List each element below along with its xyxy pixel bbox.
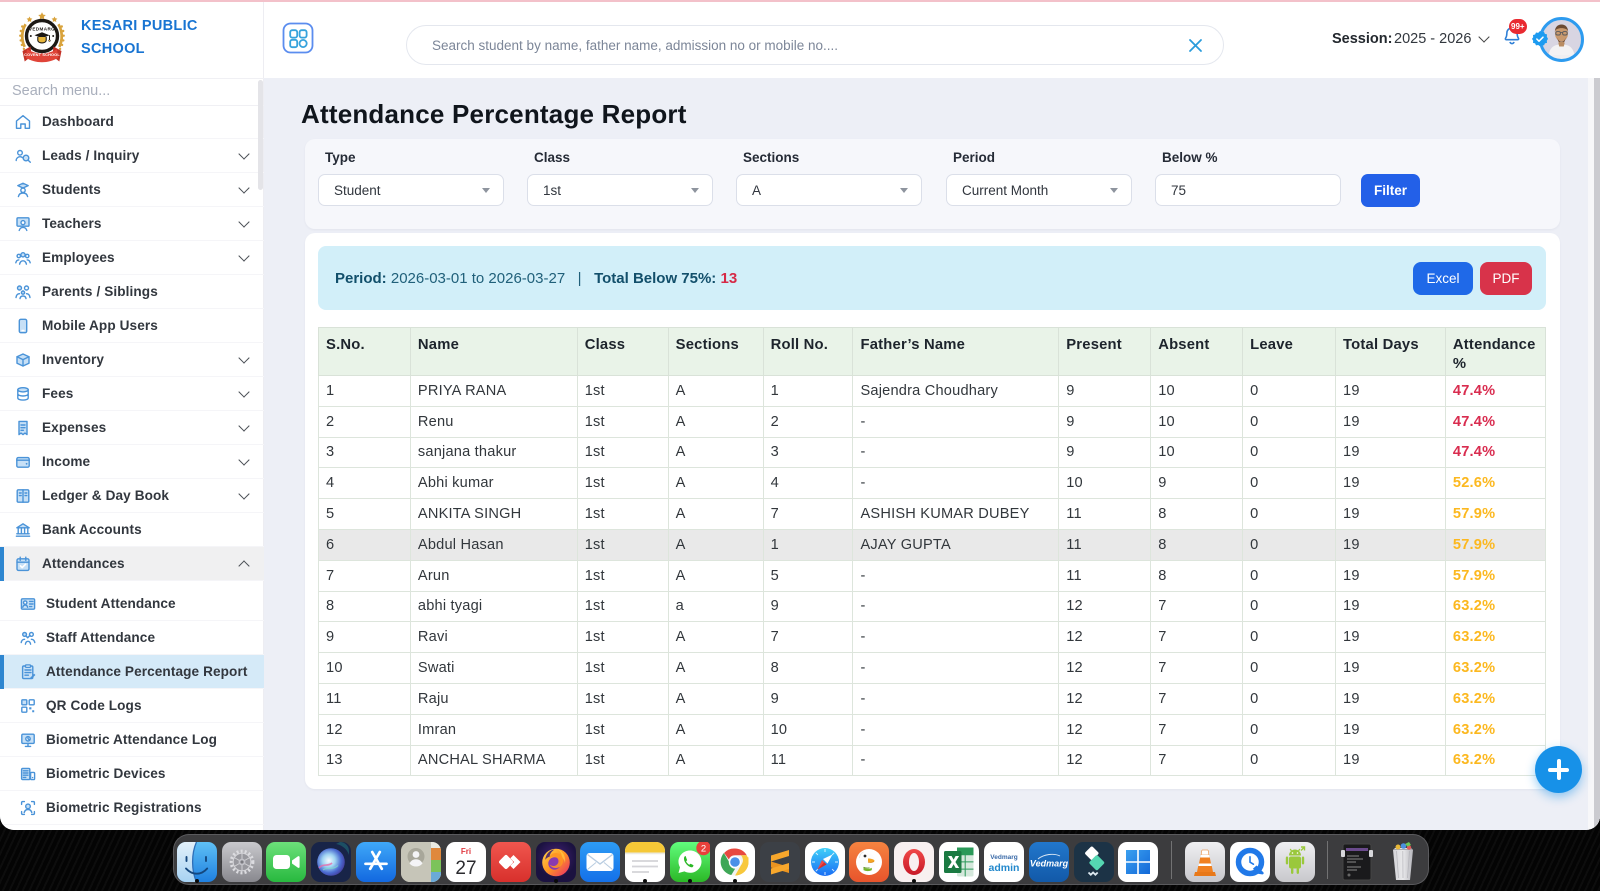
svg-text:Fri: Fri: [461, 847, 471, 856]
svg-text:Vedmarg: Vedmarg: [1030, 859, 1069, 869]
svg-text:2: 2: [701, 843, 706, 854]
svg-text:VEDMARG: VEDMARG: [29, 27, 55, 32]
svg-text:Vedmarg: Vedmarg: [990, 854, 1017, 861]
svg-text:27: 27: [455, 858, 476, 879]
svg-text:admin: admin: [988, 862, 1019, 874]
svg-text:COVENT SCHOOL: COVENT SCHOOL: [24, 53, 60, 57]
